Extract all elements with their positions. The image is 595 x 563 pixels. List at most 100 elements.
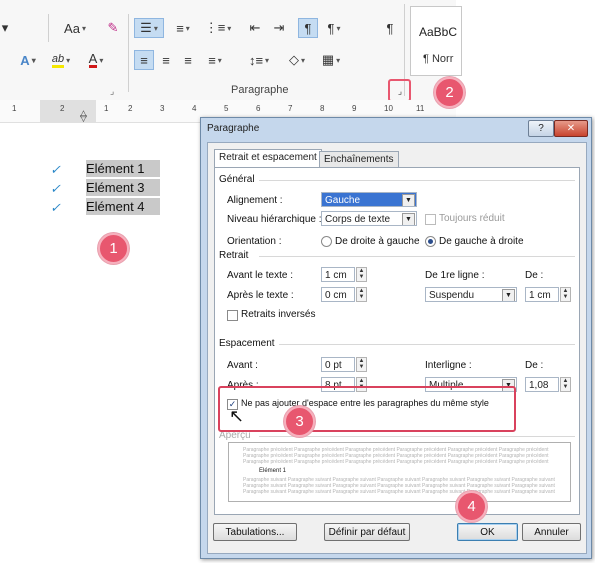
preview-previous-text: Paragraphe précédent Paragraphe précéden…: [243, 459, 549, 465]
font-color-button[interactable]: A ▾: [82, 50, 110, 70]
shading-button[interactable]: ◇ ▾: [282, 50, 312, 70]
ltr-radio[interactable]: [425, 236, 436, 247]
borders-button[interactable]: ▦ ▾: [316, 50, 346, 70]
center-button[interactable]: ≡: [156, 50, 176, 70]
styles-gallery[interactable]: AaBbC ¶ Norr: [410, 6, 462, 76]
first-line-select[interactable]: Suspendu ▼: [425, 287, 517, 302]
dropdown-arrow-icon[interactable]: ▼: [402, 194, 415, 206]
collapsed-checkbox[interactable]: [425, 214, 436, 225]
multilevel-list-button[interactable]: ⋮≡ ▾: [202, 18, 234, 38]
list-item[interactable]: Elément 4: [86, 198, 160, 215]
section-espacement: Espacement: [219, 338, 575, 349]
decrease-indent-button[interactable]: ⇤: [244, 18, 266, 38]
spinner-icon[interactable]: ▲ ▼: [356, 357, 367, 372]
ruler-number: 11: [416, 104, 425, 113]
tab-retrait[interactable]: Retrait et espacement: [214, 149, 322, 168]
mirror-indent-checkbox[interactable]: [227, 310, 238, 321]
spinner-icon[interactable]: ▲ ▼: [356, 267, 367, 282]
orientation-label: Orientation :: [227, 236, 282, 247]
ruler-number: 1: [12, 104, 17, 113]
align-left-button[interactable]: ≡: [134, 50, 154, 70]
checkmark-bullet-icon: ✓: [50, 200, 61, 215]
callout-badge-1: 1: [98, 233, 129, 264]
rtl-direction-button[interactable]: ¶ ▾: [320, 18, 348, 38]
indent-de-input[interactable]: 1 cm: [525, 287, 559, 302]
alignment-label: Alignement :: [227, 195, 283, 206]
section-general: Général: [219, 174, 575, 185]
increase-indent-button[interactable]: ⇥: [268, 18, 290, 38]
spinner-icon[interactable]: ▲ ▼: [560, 287, 571, 302]
interline-label: Interligne :: [425, 360, 472, 371]
font-size-decrease-button[interactable]: ▾: [0, 18, 10, 38]
ruler-number: 2: [60, 104, 65, 113]
checkmark-bullet-icon: ✓: [50, 181, 61, 196]
spinner-icon[interactable]: ▲ ▼: [560, 377, 571, 392]
mirror-indent-label: Retraits inversés: [241, 309, 316, 320]
ruler-number: 8: [320, 104, 325, 113]
ruler-number: 4: [192, 104, 197, 113]
clear-formatting-icon[interactable]: ✎: [103, 18, 123, 38]
spacing-de-label: De :: [525, 360, 544, 371]
ruler-number: 2: [128, 104, 133, 113]
callout-badge-2: 2: [434, 77, 465, 108]
help-button[interactable]: ?: [528, 120, 554, 137]
space-before-input[interactable]: 0 pt: [321, 357, 355, 372]
ruler-number: 1: [104, 104, 109, 113]
dialog-title: Paragraphe: [207, 123, 260, 134]
section-retrait: Retrait: [219, 250, 575, 261]
text-effects-button[interactable]: A ▾: [14, 50, 42, 70]
ok-button[interactable]: OK: [457, 523, 518, 541]
close-button[interactable]: ✕: [554, 120, 588, 137]
indent-after-input[interactable]: 0 cm: [321, 287, 355, 302]
space-before-label: Avant :: [227, 360, 258, 371]
list-item[interactable]: Elément 1: [86, 160, 160, 177]
ruler-margin: [40, 100, 96, 122]
indent-before-label: Avant le texte :: [227, 270, 293, 281]
checkmark-bullet-icon: ✓: [50, 162, 61, 177]
highlight-button[interactable]: ab ▾: [46, 50, 76, 70]
ltr-label: De gauche à droite: [439, 236, 524, 247]
bullets-button[interactable]: ☰ ▾: [134, 18, 164, 38]
align-right-button[interactable]: ≡: [178, 50, 198, 70]
preview-next-text: Paragraphe suivant Paragraphe suivant Pa…: [243, 489, 555, 495]
callout-badge-3: 3: [284, 406, 315, 437]
paragraph-group-label: Paragraphe: [231, 84, 289, 96]
hanging-indent-icon[interactable]: ▽: [80, 113, 87, 124]
style-normal[interactable]: ¶ Norr: [423, 53, 453, 65]
rtl-radio[interactable]: [321, 236, 332, 247]
font-group-launcher-icon[interactable]: ⌟: [110, 86, 114, 97]
change-case-button[interactable]: Aa ▾: [60, 18, 90, 38]
dropdown-arrow-icon[interactable]: ▼: [402, 213, 415, 225]
tab-enchainements[interactable]: Enchaînements: [319, 151, 399, 168]
set-default-button[interactable]: Définir par défaut: [324, 523, 410, 541]
spinner-icon[interactable]: ▲ ▼: [356, 287, 367, 302]
alignment-select[interactable]: Gauche ▼: [321, 192, 417, 207]
indent-before-input[interactable]: 1 cm: [321, 267, 355, 282]
ruler-number: 5: [224, 104, 229, 113]
ruler-number: 6: [256, 104, 261, 113]
dropdown-arrow-icon[interactable]: ▼: [502, 289, 515, 301]
rtl-label: De droite à gauche: [335, 236, 420, 247]
ruler-number: 3: [160, 104, 165, 113]
ltr-direction-button[interactable]: ¶: [298, 18, 318, 38]
justify-button[interactable]: ≡ ▾: [200, 50, 230, 70]
show-marks-button[interactable]: ¶: [380, 18, 400, 38]
callout-badge-4: 4: [456, 491, 487, 522]
first-line-label: De 1re ligne :: [425, 270, 485, 281]
checkbox-highlight: [218, 386, 516, 432]
level-select[interactable]: Corps de texte ▼: [321, 211, 417, 226]
ruler-number: 10: [384, 104, 393, 113]
preview-item: Elément 1: [259, 468, 287, 474]
tabulations-button[interactable]: Tabulations...: [213, 523, 297, 541]
level-label: Niveau hiérarchique :: [227, 214, 322, 225]
preview-box: Paragraphe précédent Paragraphe précéden…: [228, 442, 571, 502]
list-item[interactable]: Elément 3: [86, 179, 160, 196]
launcher-highlight: [388, 79, 411, 102]
spacing-de-input[interactable]: 1,08: [525, 377, 559, 392]
cancel-button[interactable]: Annuler: [522, 523, 581, 541]
indent-de-label: De :: [525, 270, 544, 281]
indent-after-label: Après le texte :: [227, 290, 294, 301]
line-spacing-button[interactable]: ↕≡ ▾: [244, 50, 274, 70]
numbering-button[interactable]: ≡ ▾: [168, 18, 198, 38]
collapsed-label: Toujours réduit: [439, 213, 505, 224]
